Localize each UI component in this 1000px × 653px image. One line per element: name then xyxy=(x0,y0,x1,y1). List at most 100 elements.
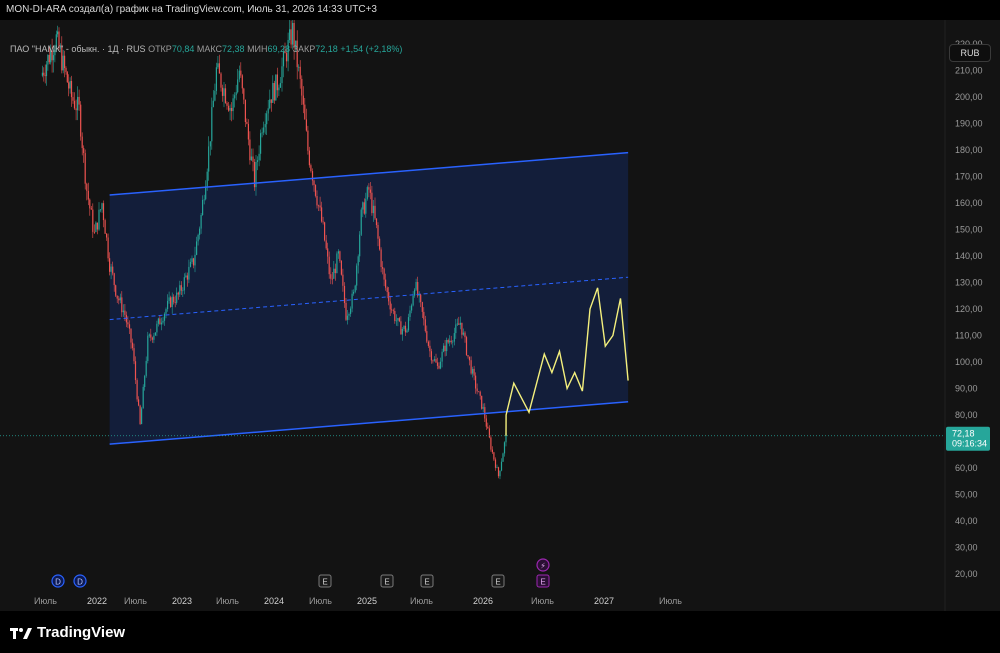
candle-body xyxy=(127,322,129,325)
candle-body xyxy=(176,292,178,303)
candle-body xyxy=(302,95,304,105)
candle-body xyxy=(266,113,268,125)
candle-body xyxy=(272,83,274,103)
candle-body xyxy=(449,340,451,343)
candle-body xyxy=(496,467,498,469)
candle-body xyxy=(455,324,457,334)
candle-body xyxy=(363,202,365,214)
candle-body xyxy=(398,318,400,322)
candle-body xyxy=(106,233,108,238)
candle-body xyxy=(81,136,83,149)
candle-body xyxy=(200,215,202,229)
candle-body xyxy=(84,153,86,184)
candle-body xyxy=(368,187,370,190)
candle-body xyxy=(130,328,132,343)
candle-body xyxy=(154,332,156,336)
price-tick-label: 200,00 xyxy=(955,92,983,102)
candle-body xyxy=(86,183,88,191)
candle-body xyxy=(397,318,399,321)
candle-body xyxy=(386,287,388,293)
candle-body xyxy=(258,153,260,161)
candle-body xyxy=(500,461,503,471)
candle-body xyxy=(487,426,489,429)
dividend-icon-letter: D xyxy=(77,578,83,587)
price-tick-label: 40,00 xyxy=(955,516,978,526)
candle-body xyxy=(382,267,384,269)
candle-body xyxy=(391,309,393,311)
candle-body xyxy=(102,203,105,221)
price-tick-label: 150,00 xyxy=(955,225,983,235)
price-badge-timer: 09:16:34 xyxy=(952,439,987,449)
candle-body xyxy=(110,266,112,272)
candle-body xyxy=(395,320,397,322)
time-tick-label: 2022 xyxy=(87,596,107,606)
tradingview-logo[interactable]: TradingView xyxy=(10,624,125,641)
candle-body xyxy=(138,399,140,406)
candle-body xyxy=(156,323,158,333)
candle-body xyxy=(417,282,419,296)
candle-body xyxy=(215,67,217,91)
candle-body xyxy=(310,165,312,172)
candle-body xyxy=(90,208,92,210)
candle-body xyxy=(229,108,231,111)
candle-body xyxy=(319,205,321,208)
candle-body xyxy=(57,31,59,35)
candle-body xyxy=(183,277,185,291)
candle-body xyxy=(115,285,117,296)
candle-body xyxy=(99,209,102,211)
candle-body xyxy=(44,75,46,77)
candle-body xyxy=(453,333,455,342)
candle-body xyxy=(356,265,358,286)
chart-area[interactable]: 220,00210,00200,00190,00180,00170,00160,… xyxy=(0,20,1000,611)
candle-body xyxy=(226,102,228,106)
price-tick-label: 80,00 xyxy=(955,410,978,420)
candle-body xyxy=(139,405,141,425)
price-tick-label: 120,00 xyxy=(955,304,983,314)
candle-body xyxy=(180,285,182,291)
candle-body xyxy=(301,78,303,96)
candle-body xyxy=(290,29,292,45)
candle-body xyxy=(456,323,458,325)
candle-body xyxy=(403,325,405,329)
candle-body xyxy=(322,221,324,223)
candle-body xyxy=(249,139,251,161)
candle-body xyxy=(182,290,184,292)
candle-body xyxy=(246,122,248,124)
candle-body xyxy=(324,222,326,241)
candle-body xyxy=(433,359,435,361)
low-label: МИН xyxy=(247,44,268,54)
price-tick-label: 180,00 xyxy=(955,145,983,155)
candle-body xyxy=(429,345,431,352)
candle-body xyxy=(464,332,466,338)
candle-body xyxy=(80,104,82,137)
candle-body xyxy=(212,100,214,108)
candle-body xyxy=(203,199,205,201)
candle-body xyxy=(194,254,196,266)
candle-body xyxy=(275,74,277,101)
candle-body xyxy=(142,386,144,409)
candle-body xyxy=(122,310,124,313)
candle-body xyxy=(206,171,208,187)
candle-body xyxy=(327,248,329,257)
candle-body xyxy=(89,199,91,209)
price-chart[interactable]: 220,00210,00200,00190,00180,00170,00160,… xyxy=(0,20,1000,611)
candle-body xyxy=(72,97,74,101)
currency-button[interactable]: RUB xyxy=(949,44,991,62)
candle-body xyxy=(350,308,352,314)
candle-body xyxy=(458,323,460,325)
candle-body xyxy=(163,313,166,321)
candle-body xyxy=(330,274,332,279)
candle-body xyxy=(43,72,45,76)
candle-body xyxy=(234,95,236,99)
candle-body xyxy=(185,275,187,278)
candle-body xyxy=(304,104,306,120)
candle-body xyxy=(273,83,275,101)
candle-body xyxy=(73,100,76,109)
candle-body xyxy=(116,295,118,299)
candle-body xyxy=(359,234,361,257)
time-tick-label: Июль xyxy=(659,596,682,606)
candle-body xyxy=(345,303,347,320)
candle-body xyxy=(333,268,335,279)
price-tick-label: 100,00 xyxy=(955,357,983,367)
high-label: МАКС xyxy=(196,44,223,54)
